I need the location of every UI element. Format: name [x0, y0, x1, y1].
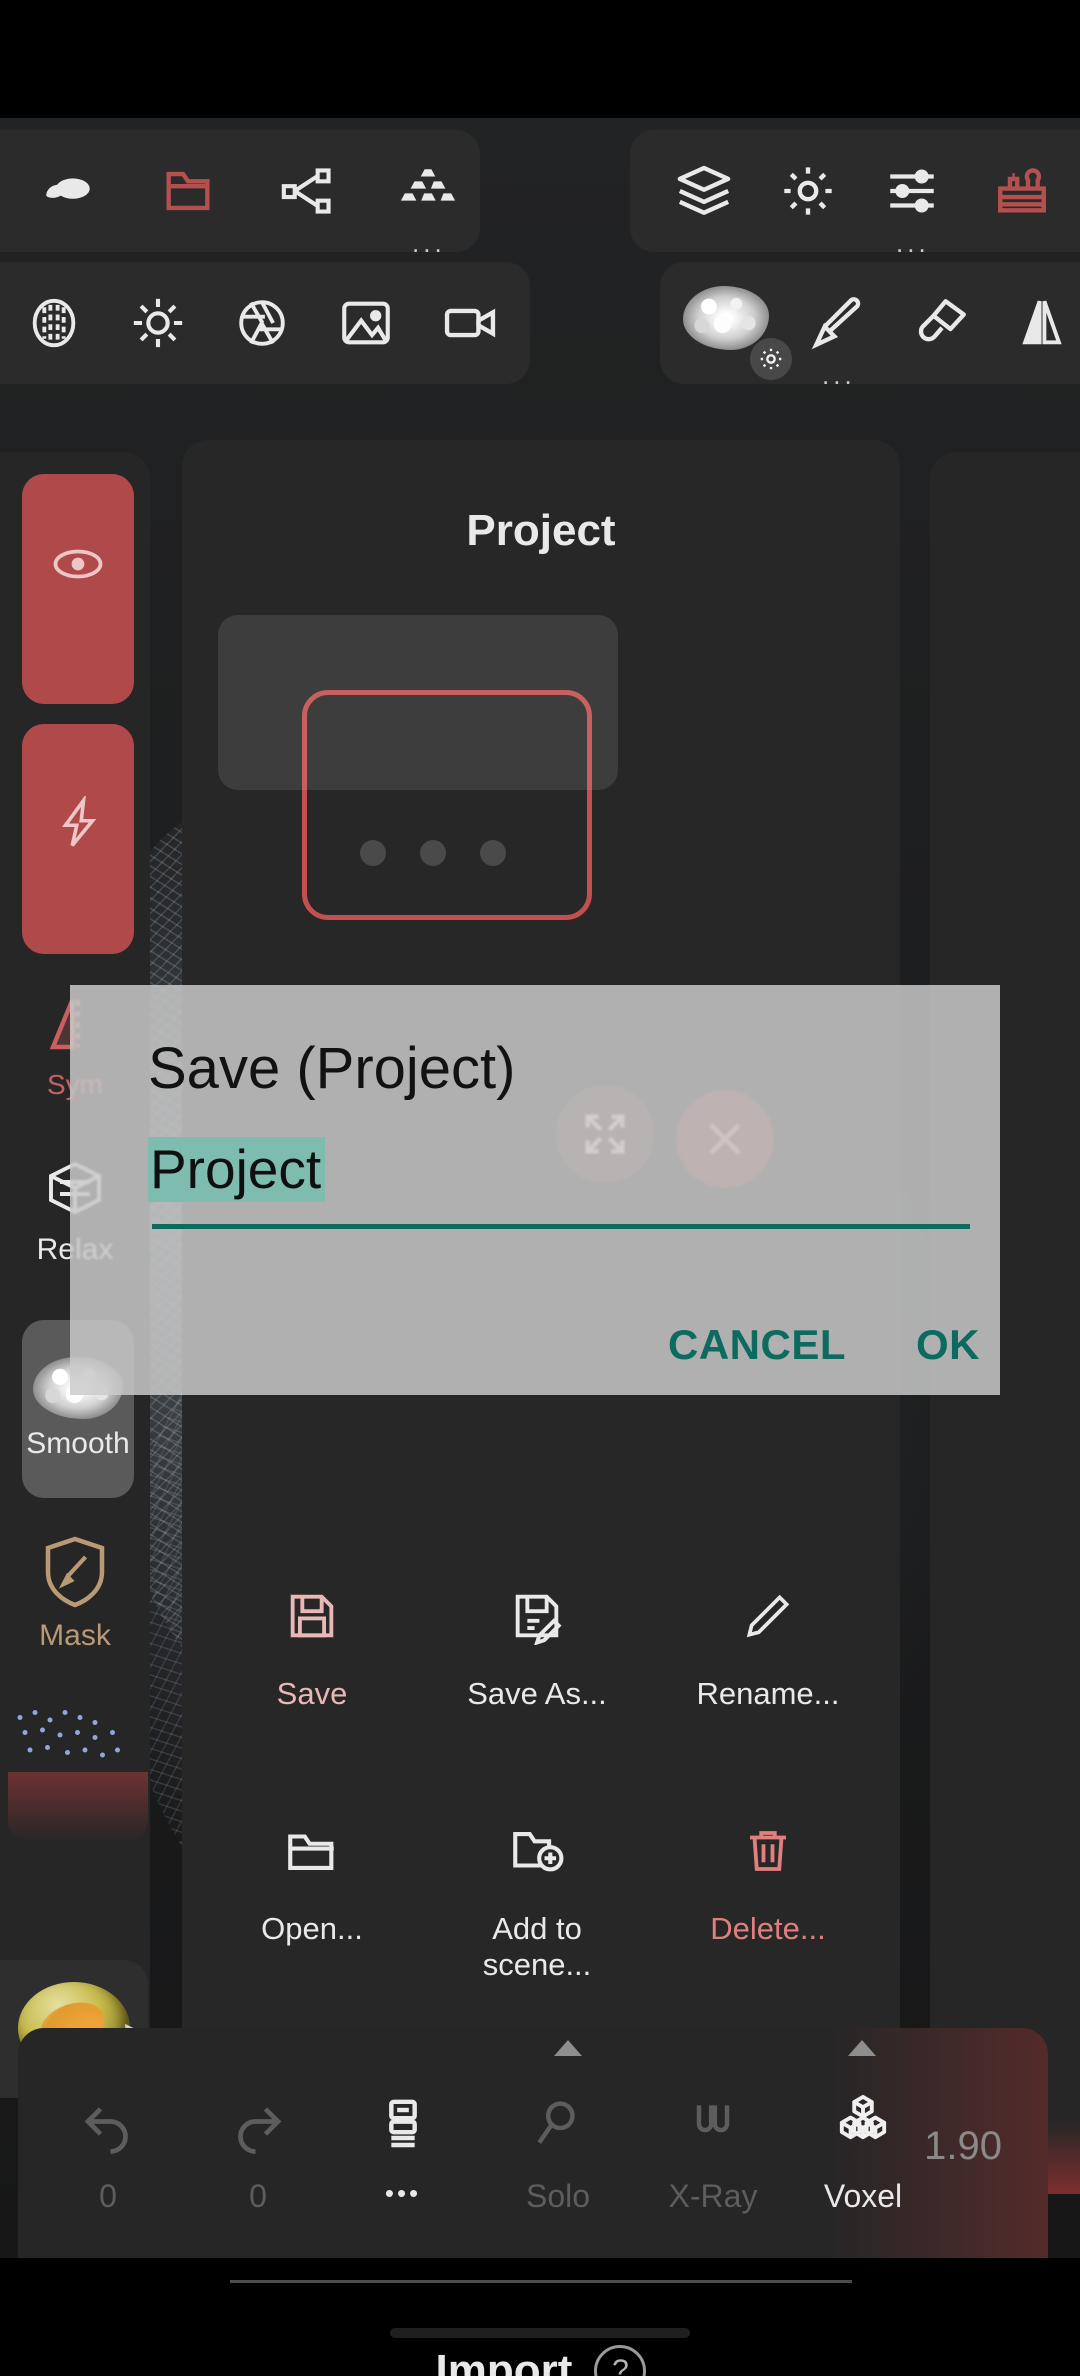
voxel-button[interactable]: Voxel: [783, 2064, 943, 2215]
redo-count: 0: [249, 2178, 267, 2214]
left-strip-label-mask: Mask: [39, 1619, 111, 1652]
matcap-icon[interactable]: [8, 277, 100, 369]
lighting-icon[interactable]: [112, 277, 204, 369]
file-item-add-to-scene[interactable]: Add to scene...: [437, 1805, 637, 1983]
left-strip-intensity-button[interactable]: [22, 724, 134, 954]
status-bar-top: [0, 0, 1080, 118]
file-item-save[interactable]: Save: [212, 1570, 412, 1712]
brush-settings-badge-gear-icon[interactable]: [750, 338, 792, 380]
file-item-rename[interactable]: Rename...: [668, 1570, 868, 1712]
solo-label: Solo: [525, 2178, 591, 2214]
toolbar-top-left: ...: [0, 130, 480, 256]
xray-icon: [633, 2064, 793, 2184]
left-strip-glow: [8, 1772, 148, 1842]
file-label-add-to-scene: Add to scene...: [482, 1911, 592, 1982]
topology-overflow-icon[interactable]: ...: [412, 230, 446, 256]
file-label-save-as: Save As...: [467, 1676, 607, 1711]
undo-count: 0: [99, 2178, 117, 2214]
file-item-save-as[interactable]: Save As...: [437, 1570, 637, 1712]
stroke-overflow-icon[interactable]: ...: [822, 362, 856, 388]
panel-divider: [230, 2280, 852, 2283]
toolbar-second-right: ...: [660, 262, 1080, 388]
topology-icon[interactable]: [382, 145, 474, 237]
toolbar-second-left: [0, 262, 530, 384]
floppy-pen-icon: [437, 1570, 637, 1662]
video-camera-icon[interactable]: [424, 277, 516, 369]
symmetry-icon[interactable]: [996, 277, 1080, 369]
gear-icon[interactable]: [762, 145, 854, 237]
sculpt-clay-icon[interactable]: [22, 145, 114, 237]
folder-plus-icon: [437, 1805, 637, 1897]
mask-shield-icon: [45, 1536, 105, 1608]
voxel-cubes-icon: [783, 2064, 943, 2184]
radius-icon: [53, 549, 103, 579]
scene-graph-icon[interactable]: [262, 145, 354, 237]
redo-button[interactable]: 0: [178, 2064, 338, 2215]
cancel-button[interactable]: CANCEL: [668, 1321, 846, 1369]
thumbnail-dots-icon: [360, 840, 506, 866]
layers-list-overflow: •••: [384, 2178, 422, 2208]
layers-list-button[interactable]: •••: [323, 2064, 483, 2209]
redo-arrow-icon: [178, 2064, 338, 2184]
version-label: 1.90: [924, 2124, 1002, 2168]
folder-open-icon: [212, 1805, 412, 1897]
magnifier-icon: [478, 2064, 638, 2184]
project-name-value: Project: [148, 1137, 326, 1202]
help-icon[interactable]: ?: [594, 2345, 647, 2376]
lightning-icon: [61, 796, 97, 847]
left-strip-item-mask[interactable]: Mask: [0, 1532, 150, 1653]
image-icon[interactable]: [320, 277, 412, 369]
fill-brush-icon[interactable]: [896, 277, 988, 369]
file-label-open: Open...: [261, 1911, 363, 1946]
file-label-save: Save: [276, 1676, 348, 1711]
save-dialog: Save (Project) Project CANCEL OK: [70, 985, 1000, 1395]
trash-icon: [668, 1805, 868, 1897]
xray-button[interactable]: X-Ray: [633, 2064, 793, 2215]
undo-arrow-icon: [28, 2064, 188, 2184]
layers-icon[interactable]: [658, 145, 750, 237]
import-section-header: Import ?: [182, 2345, 900, 2376]
files-folder-icon[interactable]: [142, 145, 234, 237]
xray-caret-icon: [554, 2040, 582, 2056]
sliders-icon[interactable]: [866, 145, 958, 237]
stack-list-icon: [323, 2064, 483, 2184]
ok-button[interactable]: OK: [916, 1321, 980, 1369]
file-label-delete: Delete...: [710, 1911, 826, 1946]
left-strip-radius-button[interactable]: [22, 474, 134, 704]
project-name-input[interactable]: Project: [148, 1137, 968, 1202]
floppy-icon: [212, 1570, 412, 1662]
pencil-icon: [668, 1570, 868, 1662]
left-strip-label-smooth: Smooth: [26, 1427, 130, 1460]
input-underline: [152, 1224, 970, 1229]
dialog-title: Save (Project): [148, 1036, 516, 1101]
voxel-label: Voxel: [823, 2178, 903, 2214]
pressed-menu-card: [218, 615, 618, 790]
dialog-actions: CANCEL OK: [668, 1321, 980, 1369]
bottom-bar: 0 0 ••• Solo X-Ray Voxel 1.90: [18, 2028, 1048, 2258]
left-strip-stipple-preview: [0, 1702, 150, 1768]
file-item-delete[interactable]: Delete...: [668, 1805, 868, 1947]
file-item-open[interactable]: Open...: [212, 1805, 412, 1947]
sliders-overflow-icon[interactable]: ...: [896, 230, 930, 256]
file-panel-title: Project: [466, 506, 616, 555]
import-title: Import: [435, 2346, 573, 2376]
toolbar-top-right: ...: [630, 130, 1080, 256]
home-indicator: [390, 2328, 690, 2338]
aperture-icon[interactable]: [216, 277, 308, 369]
undo-button[interactable]: 0: [28, 2064, 188, 2215]
paintbrush-icon[interactable]: [792, 277, 884, 369]
toolbox-icon[interactable]: [976, 145, 1068, 237]
voxel-caret-icon: [848, 2040, 876, 2056]
xray-label: X-Ray: [668, 2178, 758, 2214]
file-label-rename: Rename...: [696, 1676, 840, 1711]
solo-button[interactable]: Solo: [478, 2064, 638, 2215]
